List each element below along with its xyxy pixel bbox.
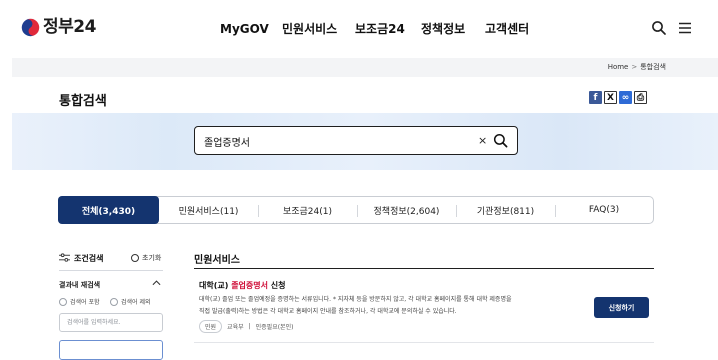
link-icon: ∞ <box>621 92 630 103</box>
search-box: × <box>194 126 518 155</box>
ministry-label: 교육부 <box>227 324 244 331</box>
x-share-button[interactable]: X <box>604 91 617 104</box>
page-title: 통합검색 <box>59 94 107 109</box>
result-description: 대학(교) 졸업 또는 졸업예정을 증명하는 서류입니다. * 지자체 등을 방… <box>199 294 584 318</box>
breadcrumb-current: 통합검색 <box>640 63 666 71</box>
filter-header: 조건검색 초기화 <box>59 252 163 266</box>
facebook-icon: f <box>593 92 598 103</box>
tab-agency[interactable]: 기관정보(811) <box>456 197 555 223</box>
tab-civil-service[interactable]: 민원서비스(11) <box>159 197 258 223</box>
clear-search-button[interactable]: × <box>478 134 487 148</box>
x-icon: X <box>607 92 614 103</box>
section-title: 민원서비스 <box>194 255 240 266</box>
nav-item-policy[interactable]: 정책정보 <box>421 20 465 38</box>
auth-requirement: 인증필요(본인) <box>255 324 294 331</box>
result-description-line: 직접 발급(출력)하는 방법은 각 대학교 홈페이지 안내를 참조하거나, 각 … <box>199 308 457 315</box>
breadcrumb: Home > 통합검색 <box>608 62 666 72</box>
filter-divider <box>59 270 163 271</box>
result-title-suffix: 신청 <box>268 281 286 290</box>
tab-subsidy[interactable]: 보조금24(1) <box>258 197 357 223</box>
refine-search-title: 결과내 재검색 <box>59 281 101 289</box>
nav-item-mygov[interactable]: MyGOV <box>220 20 269 38</box>
facebook-share-button[interactable]: f <box>589 91 602 104</box>
nav-item-customer-center[interactable]: 고객센터 <box>485 20 529 38</box>
search-submit-icon[interactable] <box>493 133 508 148</box>
tab-faq[interactable]: FAQ(3) <box>555 197 653 223</box>
search-icon[interactable] <box>651 20 667 36</box>
filter-next-box[interactable] <box>59 340 163 360</box>
radio-include-label: 검색어 포함 <box>70 299 100 306</box>
menu-icon[interactable] <box>677 20 693 36</box>
filter-sliders-icon <box>59 253 70 262</box>
result-tabs: 전체(3,430) 민원서비스(11) 보조금24(1) 정책정보(2,604)… <box>58 196 654 224</box>
nav-item-subsidy[interactable]: 보조금24 <box>355 20 405 38</box>
radio-include[interactable]: 검색어 포함 <box>59 297 100 306</box>
main-nav: MyGOV 민원서비스 보조금24 정책정보 고객센터 <box>0 20 718 40</box>
result-title-highlight: 졸업증명서 <box>231 281 268 290</box>
tab-policy[interactable]: 정책정보(2,604) <box>357 197 456 223</box>
breadcrumb-bar: Home > 통합검색 <box>12 58 718 77</box>
section-divider <box>194 268 654 269</box>
chevron-up-icon[interactable] <box>152 279 161 286</box>
meta-separator: | <box>248 323 251 330</box>
radio-exclude[interactable]: 검색어 제외 <box>110 297 151 306</box>
radio-exclude-dot[interactable] <box>110 297 118 306</box>
print-icon: ⎙ <box>636 92 645 103</box>
site-header: 정부24 MyGOV 민원서비스 보조금24 정책정보 고객센터 <box>0 0 718 58</box>
result-meta: 민원 교육부 | 인증필요(본인) <box>199 320 293 333</box>
search-input[interactable] <box>204 133 464 149</box>
reset-icon <box>131 254 139 262</box>
result-title-prefix: 대학(교) <box>199 281 232 290</box>
breadcrumb-separator: > <box>631 63 638 71</box>
reset-label: 초기화 <box>142 254 162 262</box>
reset-button[interactable]: 초기화 <box>131 253 161 263</box>
tab-all[interactable]: 전체(3,430) <box>58 196 159 224</box>
result-description-line: 대학(교) 졸업 또는 졸업예정을 증명하는 서류입니다. * 지자체 등을 방… <box>199 296 512 303</box>
breadcrumb-home[interactable]: Home <box>608 63 629 71</box>
print-button[interactable]: ⎙ <box>634 91 647 104</box>
radio-exclude-label: 검색어 제외 <box>121 299 151 306</box>
apply-button[interactable]: 신청하기 <box>594 297 649 318</box>
result-divider <box>194 342 654 343</box>
link-share-button[interactable]: ∞ <box>619 91 632 104</box>
filter-title: 조건검색 <box>74 254 104 263</box>
category-badge: 민원 <box>199 320 223 333</box>
nav-item-civil-service[interactable]: 민원서비스 <box>282 20 337 38</box>
radio-include-dot[interactable] <box>59 297 67 306</box>
refine-search-input[interactable] <box>59 313 163 332</box>
share-buttons: f X ∞ ⎙ <box>589 91 647 104</box>
result-title[interactable]: 대학(교) 졸업증명서 신청 <box>199 280 286 291</box>
